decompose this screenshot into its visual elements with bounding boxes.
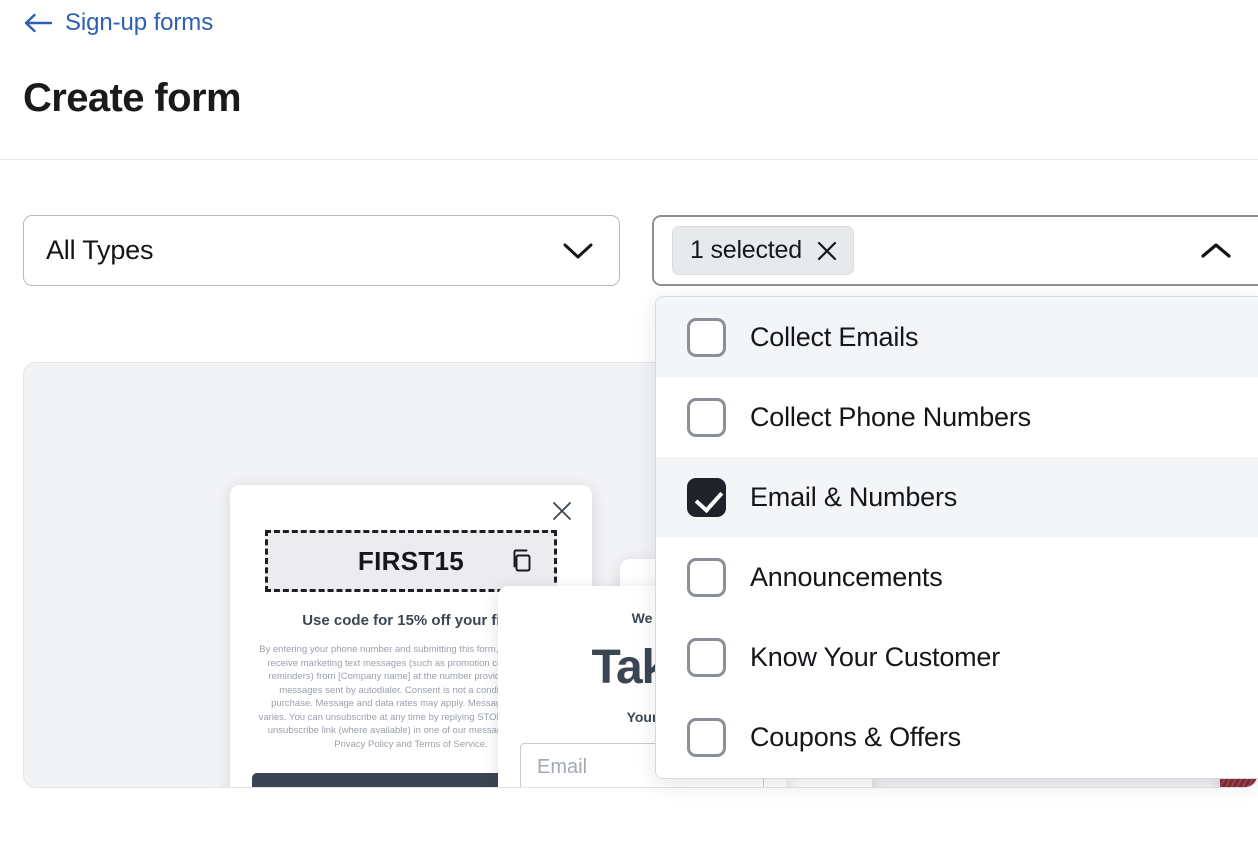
coupon-code: FIRST15 [357, 545, 465, 576]
arrow-left-icon [23, 11, 53, 35]
checkbox-email-and-numbers[interactable] [687, 477, 726, 517]
back-to-signup-forms-link[interactable]: Sign-up forms [23, 8, 213, 38]
dropdown-option-label: Announcements [750, 561, 943, 592]
dropdown-option-label: Email & Numbers [750, 481, 958, 512]
dropdown-option-collect-emails[interactable]: Collect Emails [656, 297, 1258, 377]
close-icon[interactable] [816, 240, 838, 262]
selected-count-label: 1 selected [690, 236, 802, 264]
checkbox-collect-phone-numbers[interactable] [687, 397, 726, 437]
close-icon[interactable] [550, 499, 574, 523]
dropdown-option-label: Collect Phone Numbers [750, 401, 1031, 432]
dropdown-option-coupons-and-offers[interactable]: Coupons & Offers [656, 697, 1258, 777]
header-divider [0, 159, 1258, 160]
chevron-up-icon[interactable] [1198, 240, 1234, 262]
form-type-dropdown: Collect Emails Collect Phone Numbers Ema… [655, 296, 1258, 779]
checkbox-announcements[interactable] [687, 557, 726, 597]
coupon-code-box: FIRST15 [265, 530, 557, 592]
dropdown-option-announcements[interactable]: Announcements [656, 537, 1258, 617]
copy-icon[interactable] [510, 548, 534, 574]
type-select-value: All Types [46, 235, 154, 265]
chevron-down-icon [561, 240, 595, 262]
filter-row: All Types 1 selected [0, 215, 1258, 287]
create-form-page: Sign-up forms Create form All Types 1 se… [0, 0, 1258, 864]
dropdown-option-email-and-numbers[interactable]: Email & Numbers [656, 457, 1258, 537]
checkbox-collect-emails[interactable] [687, 317, 726, 357]
checkbox-coupons-and-offers[interactable] [687, 717, 726, 757]
dropdown-option-collect-phone-numbers[interactable]: Collect Phone Numbers [656, 377, 1258, 457]
dropdown-option-know-your-customer[interactable]: Know Your Customer [656, 617, 1258, 697]
page-title: Create form [23, 76, 242, 120]
dropdown-option-label: Collect Emails [750, 321, 919, 352]
form-type-multiselect-trigger[interactable]: 1 selected [652, 215, 1258, 286]
back-link-label: Sign-up forms [65, 9, 214, 36]
type-select[interactable]: All Types [23, 215, 620, 286]
dropdown-option-label: Coupons & Offers [750, 721, 961, 752]
checkbox-know-your-customer[interactable] [687, 637, 726, 677]
selected-count-chip[interactable]: 1 selected [672, 226, 854, 275]
dropdown-option-label: Know Your Customer [750, 641, 1001, 672]
